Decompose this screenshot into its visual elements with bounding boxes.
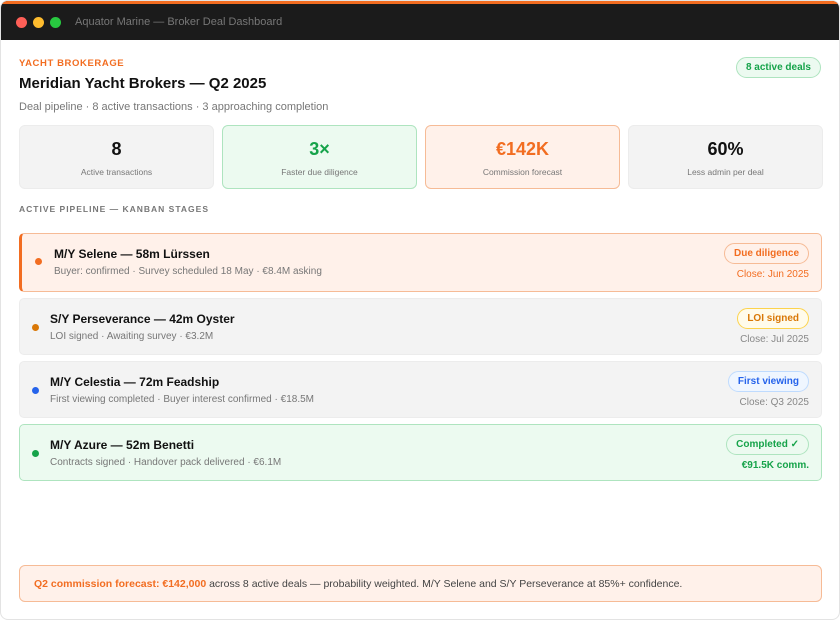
pipeline-section-label: ACTIVE PIPELINE — KANBAN STAGES [19,204,209,214]
stat-card-due-diligence: 3× Faster due diligence [222,125,417,189]
page-title: Meridian Yacht Brokers — Q2 2025 [19,75,267,92]
deal-close-date: Close: Jun 2025 [736,269,809,280]
stat-value: 8 [111,139,122,159]
stat-label: Faster due diligence [281,167,358,177]
maximize-window-button[interactable] [50,16,61,28]
active-deals-badge: 8 active deals [735,57,821,78]
deal-name: M/Y Azure — 52m Benetti [50,438,195,452]
forecast-text: across 8 active deals — probability weig… [206,578,683,590]
deal-name: M/Y Selene — 58m Lürssen [54,247,210,261]
app-window: Aquator Marine — Broker Deal Dashboard Y… [0,0,840,620]
title-bar: Aquator Marine — Broker Deal Dashboard [1,1,839,40]
page-subtitle: Deal pipeline · 8 active transactions · … [19,101,329,113]
stage-badge: Completed ✓ [726,434,809,455]
window-title: Aquator Marine — Broker Deal Dashboard [75,16,283,28]
deal-commission: €91.5K comm. [741,460,809,471]
close-window-button[interactable] [16,16,27,28]
forecast-highlight: Q2 commission forecast: €142,000 [34,578,207,590]
deal-meta: LOI signed · Awaiting survey · €3.2M [50,331,214,342]
forecast-footer: Q2 commission forecast: €142,000 across … [19,565,822,602]
deal-meta: First viewing completed · Buyer interest… [50,394,314,405]
stage-dot-icon [35,258,42,265]
stage-dot-icon [32,387,39,394]
deal-card-celestia[interactable]: M/Y Celestia — 72m Feadship First viewin… [19,361,822,418]
deal-close-date: Close: Jul 2025 [740,334,809,345]
stat-card-active-transactions: 8 Active transactions [19,125,214,189]
pipeline-list: M/Y Selene — 58m Lürssen Buyer: confirme… [19,233,822,487]
stat-card-admin-reduction: 60% Less admin per deal [628,125,823,189]
stat-label: Commission forecast [482,167,563,177]
deal-close-date: Close: Q3 2025 [739,397,810,408]
stats-row: 8 Active transactions 3× Faster due dili… [19,125,823,189]
deal-card-perseverance[interactable]: S/Y Perseverance — 42m Oyster LOI signed… [19,298,822,355]
stat-value: 3× [309,139,330,159]
stat-value: 60% [707,139,744,159]
stat-value: €142K [495,139,550,159]
deal-card-selene[interactable]: M/Y Selene — 58m Lürssen Buyer: confirme… [19,233,822,292]
deal-card-azure[interactable]: M/Y Azure — 52m Benetti Contracts signed… [19,424,822,481]
eyebrow-label: YACHT BROKERAGE [19,58,125,69]
stage-badge: Due diligence [723,243,809,264]
stage-badge: LOI signed [737,308,809,329]
deal-name: S/Y Perseverance — 42m Oyster [50,312,235,326]
stat-label: Active transactions [80,167,153,177]
stage-badge: First viewing [727,371,809,392]
stat-label: Less admin per deal [687,167,764,177]
stage-dot-icon [32,324,39,331]
stat-card-commission-forecast: €142K Commission forecast [425,125,620,189]
minimize-window-button[interactable] [33,16,44,28]
deal-name: M/Y Celestia — 72m Feadship [50,375,220,389]
deal-meta: Buyer: confirmed · Survey scheduled 18 M… [54,266,322,277]
deal-meta: Contracts signed · Handover pack deliver… [50,457,282,468]
stage-dot-icon [32,450,39,457]
